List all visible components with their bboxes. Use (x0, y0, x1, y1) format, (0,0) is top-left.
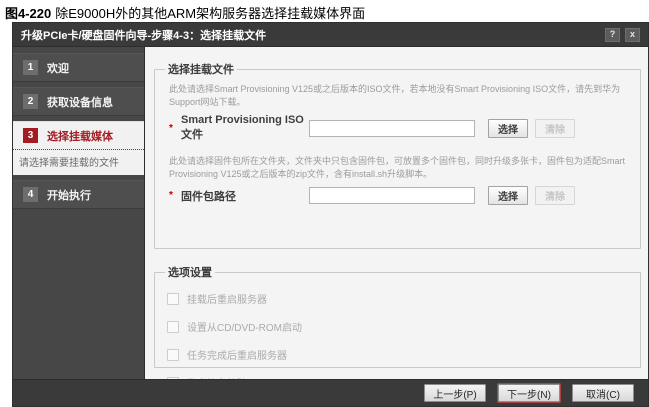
step-item-device-info[interactable]: 2 获取设备信息 (13, 87, 144, 116)
mount-file-section-legend: 选择挂载文件 (165, 61, 237, 77)
step-item-execute[interactable]: 4 开始执行 (13, 180, 144, 209)
option-row-restart-after-mount: 挂载后重启服务器 (167, 291, 632, 306)
boot-from-cd-checkbox[interactable] (167, 321, 179, 333)
option-settings-section: 选项设置 挂载后重启服务器 设置从CD/DVD-ROM启动 任务完成后重启服务器… (154, 264, 641, 368)
firmware-description: 此处请选择固件包所在文件夹，文件夹中只包含固件包，可放置多个固件包，同时升级多张… (169, 155, 630, 181)
option-row-boot-from-cd: 设置从CD/DVD-ROM启动 (167, 319, 632, 334)
dialog-title: 升级PCIe卡/硬盘固件向导-步骤4-3：选择挂载文件 (21, 27, 266, 43)
step-item-welcome[interactable]: 1 欢迎 (13, 53, 144, 82)
step-number-badge: 4 (23, 187, 38, 202)
help-icon[interactable]: ? (605, 28, 620, 42)
figure-number: 图4-220 (5, 6, 51, 21)
firmware-path-label: 固件包路径 (181, 188, 309, 204)
figure-title: 除E9000H外的其他ARM架构服务器选择挂载媒体界面 (55, 6, 365, 21)
iso-clear-button[interactable]: 清除 (535, 119, 575, 138)
option-settings-legend: 选项设置 (165, 264, 215, 280)
wizard-steps-sidebar: 1 欢迎 2 获取设备信息 3 选择挂载媒体 请选择需要挂载的文件 (13, 47, 144, 379)
required-marker: * (169, 123, 181, 134)
dialog-titlebar: 升级PCIe卡/硬盘固件向导-步骤4-3：选择挂载文件 ? x (13, 23, 648, 47)
restart-after-mount-checkbox[interactable] (167, 293, 179, 305)
option-label: 任务完成后重启服务器 (187, 347, 287, 362)
step-label: 获取设备信息 (47, 94, 113, 110)
figure-caption: 图4-220 除E9000H外的其他ARM架构服务器选择挂载媒体界面 (5, 3, 365, 22)
step-group-select-media: 3 选择挂载媒体 请选择需要挂载的文件 (13, 121, 144, 175)
iso-description: 此处请选择Smart Provisioning V125或之后版本的ISO文件，… (169, 83, 630, 109)
option-row-restart-after-task: 任务完成后重启服务器 (167, 347, 632, 362)
mount-file-section: 选择挂载文件 此处请选择Smart Provisioning V125或之后版本… (154, 61, 641, 249)
firmware-path-input[interactable] (309, 187, 475, 204)
step-group-welcome: 1 欢迎 (13, 53, 144, 82)
restart-after-task-checkbox[interactable] (167, 349, 179, 361)
upgrade-wizard-dialog: 升级PCIe卡/硬盘固件向导-步骤4-3：选择挂载文件 ? x 1 欢迎 2 获… (12, 22, 649, 407)
option-label: 挂载后重启服务器 (187, 291, 267, 306)
step-content-panel: 选择挂载文件 此处请选择Smart Provisioning V125或之后版本… (144, 47, 648, 379)
required-marker: * (169, 190, 181, 201)
next-step-button[interactable]: 下一步(N) (498, 384, 560, 402)
cancel-button[interactable]: 取消(C) (572, 384, 634, 402)
firmware-choose-button[interactable]: 选择 (488, 186, 528, 205)
firmware-path-row: * 固件包路径 选择 清除 (169, 186, 632, 205)
dialog-body: 1 欢迎 2 获取设备信息 3 选择挂载媒体 请选择需要挂载的文件 (13, 47, 648, 379)
iso-file-row: * Smart Provisioning ISO文件 选择 清除 (169, 114, 632, 142)
step-item-select-media[interactable]: 3 选择挂载媒体 (13, 121, 144, 150)
step-number-badge: 2 (23, 94, 38, 109)
step-label: 开始执行 (47, 187, 91, 203)
close-icon[interactable]: x (625, 28, 640, 42)
dialog-footer: 上一步(P) 下一步(N) 取消(C) (13, 379, 648, 406)
step-number-badge: 3 (23, 128, 38, 143)
iso-file-label: Smart Provisioning ISO文件 (181, 114, 309, 142)
iso-choose-button[interactable]: 选择 (488, 119, 528, 138)
step-group-device-info: 2 获取设备信息 (13, 87, 144, 116)
previous-step-button[interactable]: 上一步(P) (424, 384, 486, 402)
firmware-clear-button[interactable]: 清除 (535, 186, 575, 205)
step-sublabel: 请选择需要挂载的文件 (13, 150, 144, 175)
step-label: 欢迎 (47, 60, 69, 76)
step-label: 选择挂载媒体 (47, 128, 113, 144)
step-group-execute: 4 开始执行 (13, 180, 144, 209)
option-label: 设置从CD/DVD-ROM启动 (187, 319, 302, 334)
iso-file-input[interactable] (309, 120, 475, 137)
step-number-badge: 1 (23, 60, 38, 75)
